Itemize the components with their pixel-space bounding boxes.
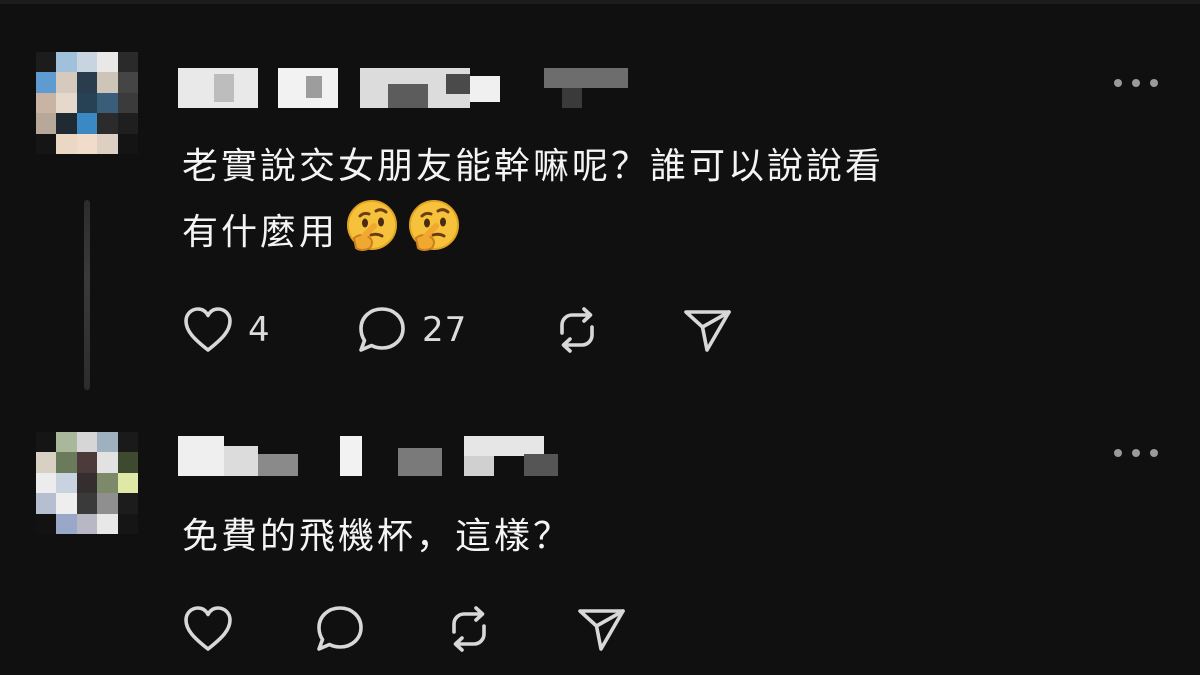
avatar-pixel bbox=[97, 133, 118, 154]
avatar-pixel bbox=[76, 92, 98, 114]
avatar-pixel bbox=[56, 472, 77, 494]
share-icon bbox=[578, 609, 625, 651]
share-button[interactable] bbox=[576, 602, 628, 656]
avatar-pixel bbox=[117, 72, 138, 93]
avatar-pixel bbox=[97, 432, 118, 453]
post-text-line-1: 免費的飛機杯，這樣？ bbox=[182, 516, 573, 557]
avatar-pixel bbox=[36, 133, 57, 154]
share-icon bbox=[684, 310, 731, 352]
avatar-pixel bbox=[117, 133, 138, 154]
username-redacted[interactable] bbox=[178, 436, 558, 476]
heart-icon bbox=[184, 307, 232, 352]
avatar-pixel bbox=[76, 133, 98, 154]
reply-count: 27 bbox=[422, 310, 468, 350]
avatar-pixel bbox=[76, 72, 98, 93]
avatar-pixel bbox=[36, 113, 57, 134]
avatar-pixel bbox=[76, 472, 98, 494]
repost-icon bbox=[560, 307, 594, 353]
heart-icon bbox=[184, 606, 232, 651]
avatar-pixel bbox=[76, 52, 98, 73]
avatar-pixel bbox=[76, 113, 98, 134]
avatar-pixel bbox=[56, 513, 77, 534]
more-icon[interactable] bbox=[1114, 446, 1158, 460]
more-icon[interactable] bbox=[1114, 76, 1158, 90]
avatar-pixel bbox=[97, 493, 118, 514]
avatar-pixel bbox=[36, 452, 57, 473]
avatar-pixel bbox=[117, 513, 138, 534]
avatar-pixel bbox=[36, 52, 57, 73]
post-actions: 4 27 bbox=[182, 303, 782, 357]
comment-icon bbox=[317, 606, 363, 651]
share-button[interactable] bbox=[682, 303, 734, 357]
thinking-face-icon bbox=[347, 200, 398, 251]
avatar-pixel bbox=[36, 493, 57, 514]
avatar-pixel bbox=[97, 452, 118, 473]
avatar-pixel bbox=[36, 92, 57, 114]
avatar-pixel bbox=[117, 52, 138, 73]
avatar-pixel bbox=[56, 72, 77, 93]
avatar-pixel bbox=[97, 472, 118, 494]
avatar[interactable] bbox=[36, 52, 138, 154]
post-actions bbox=[182, 602, 642, 656]
post-text-line-1: 老實說交女朋友能幹嘛呢？誰可以說說看 bbox=[182, 146, 885, 187]
avatar[interactable] bbox=[36, 432, 138, 534]
avatar-pixel bbox=[76, 452, 98, 473]
comment-icon bbox=[359, 307, 405, 352]
avatar-pixel bbox=[97, 113, 118, 134]
username-redacted[interactable] bbox=[178, 68, 628, 108]
avatar-pixel bbox=[97, 72, 118, 93]
avatar-pixel bbox=[56, 113, 77, 134]
avatar-pixel bbox=[56, 92, 77, 114]
post-text: 免費的飛機杯，這樣？ bbox=[182, 506, 572, 568]
avatar-pixel bbox=[56, 452, 77, 473]
reply-button[interactable]: 27 bbox=[356, 303, 467, 357]
avatar-pixel bbox=[76, 513, 98, 534]
avatar-pixel bbox=[117, 92, 138, 114]
like-count: 4 bbox=[248, 310, 271, 350]
avatar-pixel bbox=[76, 432, 98, 453]
avatar-pixel bbox=[97, 92, 118, 114]
repost-button[interactable] bbox=[444, 602, 494, 656]
top-divider bbox=[0, 0, 1200, 4]
repost-icon bbox=[452, 606, 486, 652]
avatar-pixel bbox=[36, 513, 57, 534]
avatar-pixel bbox=[36, 472, 57, 494]
avatar-pixel bbox=[97, 52, 118, 73]
avatar-pixel bbox=[36, 432, 57, 453]
avatar-pixel bbox=[117, 493, 138, 514]
avatar-pixel bbox=[76, 493, 98, 514]
avatar-pixel bbox=[56, 133, 77, 154]
avatar-pixel bbox=[97, 513, 118, 534]
like-button[interactable] bbox=[182, 602, 234, 656]
avatar-pixel bbox=[117, 432, 138, 453]
thread-connector-line bbox=[84, 200, 90, 390]
avatar-pixel bbox=[56, 493, 77, 514]
avatar-pixel bbox=[56, 52, 77, 73]
post-text-line-2: 有什麼用 bbox=[182, 212, 339, 253]
avatar-pixel bbox=[36, 72, 57, 93]
avatar-pixel bbox=[117, 452, 138, 473]
thinking-face-icon bbox=[409, 200, 460, 251]
avatar-pixel bbox=[117, 113, 138, 134]
avatar-pixel bbox=[117, 472, 138, 494]
post-text: 老實說交女朋友能幹嘛呢？誰可以說說看 有什麼用 bbox=[182, 136, 884, 264]
reply-button[interactable] bbox=[314, 602, 366, 656]
avatar-pixel bbox=[56, 432, 77, 453]
thread-screen: 老實說交女朋友能幹嘛呢？誰可以說說看 有什麼用 4 27 免費的飛機杯，這樣？ bbox=[0, 0, 1200, 675]
repost-button[interactable] bbox=[552, 303, 602, 357]
like-button[interactable]: 4 bbox=[182, 303, 271, 357]
